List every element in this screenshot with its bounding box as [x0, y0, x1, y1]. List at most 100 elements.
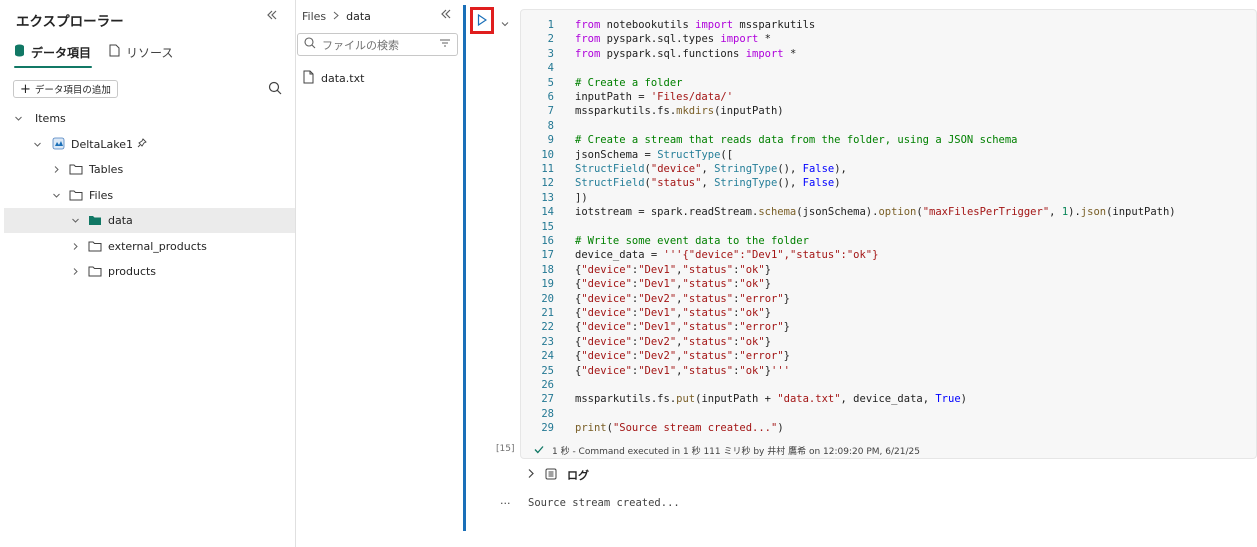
chevron-right-icon: [70, 242, 80, 252]
document-icon: [109, 44, 120, 60]
line-number: 25: [541, 364, 554, 377]
code-line: 19 {"device":"Dev1","status":"ok"}: [521, 277, 1257, 291]
output-more-icon[interactable]: ...: [500, 494, 511, 507]
code-line: 6 inputPath = 'Files/data/': [521, 90, 1257, 104]
tab-resources[interactable]: リソース: [109, 42, 173, 62]
line-number: 1: [547, 19, 554, 31]
file-search-input[interactable]: ファイルの検索: [297, 33, 458, 56]
code-line: 29 print("Source stream created..."): [521, 421, 1257, 435]
code-line: 20 {"device":"Dev2","status":"error"}: [521, 292, 1257, 306]
line-number: 13: [541, 191, 554, 204]
line-number: 20: [541, 292, 554, 305]
tab-resources-label: リソース: [126, 45, 174, 60]
breadcrumb-data[interactable]: data: [346, 10, 371, 23]
database-icon: [14, 44, 25, 60]
code-line: 23 {"device":"Dev2","status":"ok"}: [521, 335, 1257, 349]
tree-item-label: Files: [89, 189, 114, 202]
execution-status: 1 秒 - Command executed in 1 秒 111 ミリ秒 by…: [534, 444, 920, 457]
code-line: 28: [521, 407, 1257, 421]
folder-filled-icon: [88, 215, 102, 226]
code-text: from notebookutils import mssparkutils: [575, 19, 816, 31]
tree-item-tables[interactable]: Tables: [4, 157, 295, 182]
code-line: 13]): [521, 191, 1257, 205]
file-search-placeholder: ファイルの検索: [322, 38, 399, 52]
code-text: StructField("status", StringType(), Fals…: [575, 177, 841, 190]
chevron-down-icon: [32, 140, 42, 150]
tree-item-label: Tables: [89, 163, 124, 176]
execution-status-text: 1 秒 - Command executed in 1 秒 111 ミリ秒 by…: [552, 447, 920, 457]
line-number: 16: [541, 235, 554, 247]
line-number: 12: [541, 177, 554, 190]
code-text: from pyspark.sql.types import *: [575, 33, 771, 46]
code-line: 5 # Create a folder: [521, 76, 1257, 90]
code-text: # Create a folder: [575, 76, 683, 89]
code-line: 10 jsonSchema = StructType([: [521, 148, 1257, 162]
chevron-right-icon: [70, 267, 80, 277]
code-editor[interactable]: 1 from notebookutils import mssparkutils 2…: [520, 9, 1257, 459]
code-text: from pyspark.sql.functions import *: [575, 47, 797, 60]
collapse-explorer-icon[interactable]: [266, 9, 278, 25]
filter-icon[interactable]: [439, 38, 451, 51]
tree-item-files[interactable]: Files: [4, 183, 295, 208]
files-pane: Files data ファイルの検索 data.txt: [296, 0, 463, 547]
code-text: # Create a stream that reads data from t…: [575, 134, 1018, 147]
tree-item-data[interactable]: data: [4, 208, 295, 233]
chevron-right-icon: [332, 10, 340, 23]
tree-item-deltalake1[interactable]: DeltaLake1: [4, 132, 295, 157]
line-number: 3: [547, 47, 554, 60]
tree-item-label: products: [108, 265, 157, 278]
explorer-pane: エクスプローラー データ項目 リソース + データ項目の追加 Items Del…: [0, 0, 296, 547]
code-text: mssparkutils.fs.put(inputPath + "data.tx…: [575, 393, 967, 406]
line-number: 2: [547, 33, 554, 46]
plus-icon: +: [20, 81, 31, 97]
code-line: 11 StructField("device", StringType(), Fa…: [521, 162, 1257, 176]
line-number: 4: [547, 62, 554, 75]
line-number: 7: [547, 105, 554, 118]
line-number: 14: [541, 206, 554, 219]
line-number: 26: [541, 379, 554, 391]
file-icon: [303, 70, 314, 87]
collapse-files-icon[interactable]: [440, 8, 452, 24]
file-item-data-txt[interactable]: data.txt: [303, 70, 364, 87]
code-line: 4: [521, 61, 1257, 75]
breadcrumb-files[interactable]: Files: [302, 10, 326, 23]
log-icon: [545, 468, 557, 483]
tree-item-external-products[interactable]: external_products: [4, 234, 295, 259]
collapse-cell-icon[interactable]: [500, 14, 510, 33]
add-data-items-label: データ項目の追加: [34, 85, 111, 96]
chevron-down-icon: [13, 114, 23, 124]
code-line: 14 iotstream = spark.readStream.schema(js…: [521, 205, 1257, 219]
code-line: 22 {"device":"Dev1","status":"error"}: [521, 320, 1257, 334]
code-text: {"device":"Dev2","status":"error"}: [575, 350, 790, 363]
code-line: 8: [521, 119, 1257, 133]
line-number: 15: [541, 220, 554, 233]
log-toggle[interactable]: ログ: [527, 467, 589, 483]
code-text: StructField("device", StringType(), Fals…: [575, 163, 847, 175]
breadcrumb: Files data: [302, 10, 371, 23]
add-data-items-button[interactable]: + データ項目の追加: [13, 80, 118, 98]
folder-icon: [88, 241, 102, 252]
active-cell-indicator: [463, 5, 466, 531]
code-text: inputPath = 'Files/data/': [575, 91, 734, 103]
chevron-down-icon: [70, 216, 80, 226]
tab-data-items-label: データ項目: [31, 45, 92, 60]
code-text: ]): [575, 191, 588, 204]
code-text: {"device":"Dev2","status":"error"}: [575, 292, 790, 305]
tree-item-label: data: [108, 214, 133, 227]
tree-item-label: external_products: [108, 240, 207, 253]
tree-item-products[interactable]: products: [4, 259, 295, 284]
run-cell-button[interactable]: [470, 7, 494, 34]
line-number: 18: [541, 263, 554, 276]
log-label: ログ: [567, 469, 589, 482]
checkmark-icon: [534, 445, 544, 457]
folder-icon: [88, 266, 102, 277]
search-icon[interactable]: [268, 80, 282, 99]
pin-icon[interactable]: [137, 138, 147, 151]
tree-item-items[interactable]: Items: [4, 106, 295, 131]
tab-data-items[interactable]: データ項目: [14, 42, 91, 62]
code-text: {"device":"Dev1","status":"ok"}: [575, 263, 772, 276]
chevron-right-icon: [51, 165, 61, 175]
code-text: {"device":"Dev1","status":"ok"}''': [575, 364, 790, 377]
execution-count: [15]: [496, 444, 515, 454]
explorer-title: エクスプローラー: [16, 14, 124, 30]
